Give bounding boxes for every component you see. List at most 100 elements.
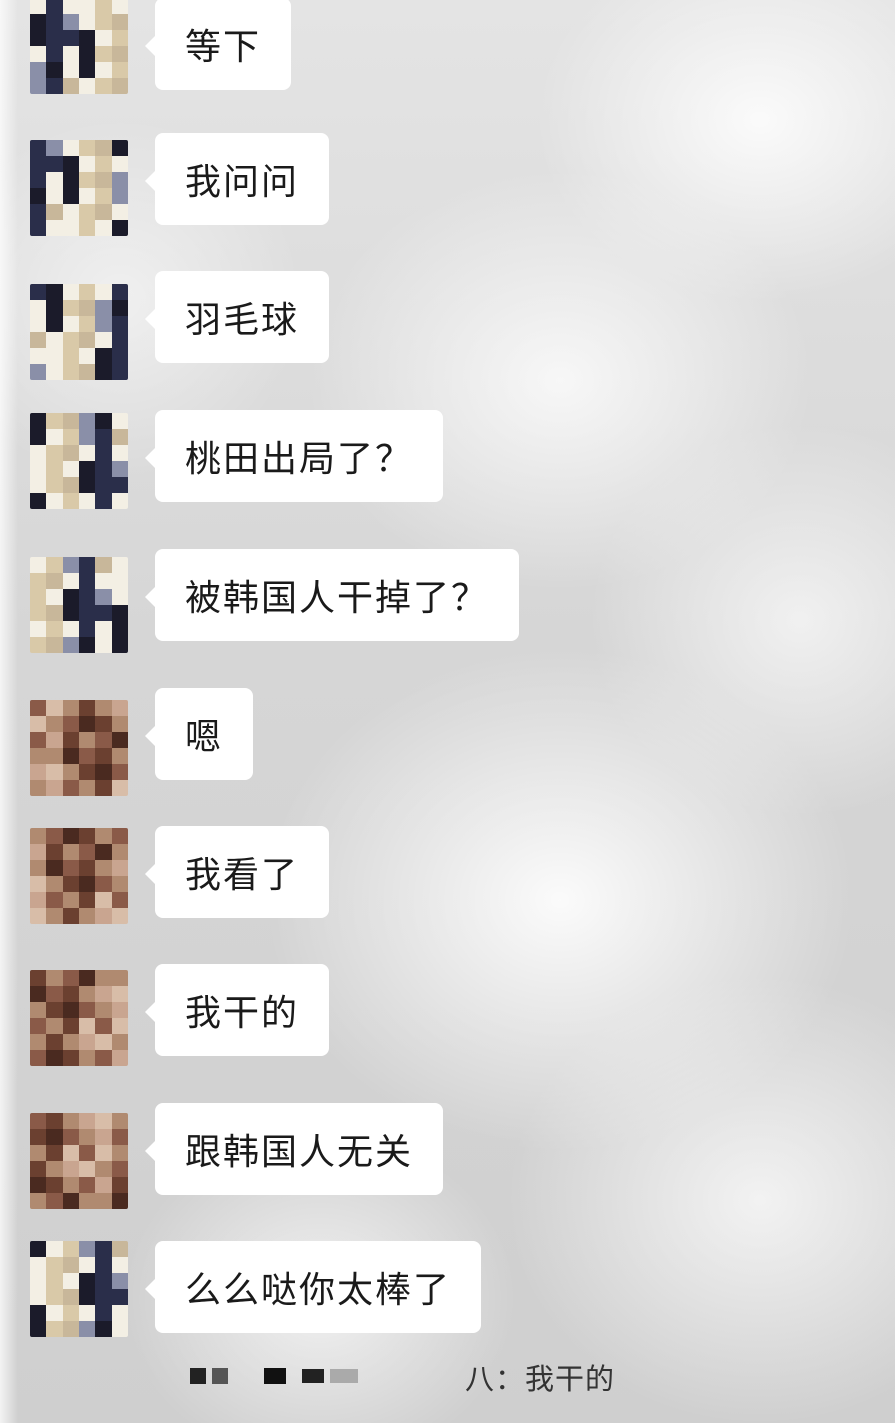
avatar-pixel [111,970,128,986]
sender-avatar[interactable] [30,140,128,236]
sender-avatar[interactable] [30,0,128,94]
avatar-pixel [79,700,96,716]
sender-avatar[interactable] [30,1241,128,1337]
message-bubble[interactable]: 么么哒你太棒了 [144,1241,482,1333]
message-bubble[interactable]: 我问问 [144,133,330,225]
avatar-pixel [30,1113,47,1129]
avatar-pixel [62,764,79,780]
message-bubble[interactable]: 嗯 [144,688,254,780]
avatar-pixel [46,1002,63,1018]
avatar-pixel [95,188,112,204]
message-bubble[interactable]: 等下 [144,0,292,90]
sender-avatar[interactable] [30,700,128,796]
pixelated-name-block [302,1369,324,1383]
avatar-pixel [62,1321,79,1337]
avatar-pixel [62,477,79,493]
avatar-pixel [46,1321,63,1337]
avatar-pixel [111,429,128,445]
avatar-pixel [62,1002,79,1018]
avatar-pixel [46,1273,63,1289]
avatar-pixel [111,1321,128,1337]
avatar-pixel [30,605,47,621]
left-edge-fade [0,0,18,1423]
avatar-pixel [46,284,63,300]
avatar-pixel [62,493,79,509]
message-bubble[interactable]: 我看了 [144,826,330,918]
avatar-pixel [30,1161,47,1177]
avatar-pixel [46,62,63,78]
avatar-pixel [62,844,79,860]
message-bubble[interactable]: 桃田出局了？ [144,410,444,502]
message-bubble[interactable]: 被韩国人干掉了？ [144,549,520,641]
avatar-pixel [79,300,96,316]
message-bubble[interactable]: 跟韩国人无关 [144,1103,444,1195]
avatar-pixel [111,30,128,46]
avatar-pixel [95,748,112,764]
avatar-pixel [79,1193,96,1209]
avatar-pixel [79,637,96,653]
avatar-pixel [62,1018,79,1034]
avatar-pixel [111,1113,128,1129]
avatar-pixel [46,621,63,637]
avatar-pixel [95,1305,112,1321]
sender-avatar[interactable] [30,1113,128,1209]
avatar-pixel [30,14,47,30]
avatar-pixel [46,1034,63,1050]
avatar-pixel [95,14,112,30]
avatar-pixel [111,172,128,188]
avatar-pixel [46,1050,63,1066]
avatar-pixel [95,986,112,1002]
message-bubble[interactable]: 我干的 [144,964,330,1056]
avatar-pixel [62,970,79,986]
avatar-pixel [111,62,128,78]
avatar-pixel [111,828,128,844]
avatar-pixel [46,970,63,986]
avatar-pixel [62,716,79,732]
avatar-pixel [111,156,128,172]
avatar-pixel [62,1289,79,1305]
avatar-pixel [62,204,79,220]
avatar-pixel [95,429,112,445]
avatar-pixel [79,220,96,236]
avatar-pixel [30,1050,47,1066]
avatar-pixel [62,461,79,477]
avatar-pixel [79,573,96,589]
avatar-pixel [62,156,79,172]
avatar-pixel [111,1002,128,1018]
avatar-pixel [46,477,63,493]
avatar-pixel [111,1241,128,1257]
avatar-pixel [62,413,79,429]
avatar-pixel [95,1145,112,1161]
avatar-pixel [46,1289,63,1305]
avatar-pixel [79,46,96,62]
avatar-pixel [62,14,79,30]
avatar-pixel [62,1161,79,1177]
sender-avatar[interactable] [30,413,128,509]
sender-avatar[interactable] [30,284,128,380]
avatar-pixel [62,892,79,908]
sender-avatar[interactable] [30,970,128,1066]
avatar-pixel [111,1273,128,1289]
avatar-pixel [46,1161,63,1177]
sender-avatar[interactable] [30,557,128,653]
avatar-pixel [46,780,63,796]
avatar-pixel [30,1321,47,1337]
avatar-pixel [95,300,112,316]
avatar-pixel [95,860,112,876]
avatar-pixel [46,876,63,892]
avatar-pixel [95,557,112,573]
avatar-pixel [62,140,79,156]
avatar-pixel [111,908,128,924]
pixelated-name-block [330,1369,358,1383]
message-text: 被韩国人干掉了？ [185,578,490,619]
avatar-pixel [95,700,112,716]
avatar-pixel [79,140,96,156]
avatar-pixel [30,1002,47,1018]
message-bubble[interactable]: 羽毛球 [144,271,330,363]
avatar-pixel [30,732,47,748]
avatar-pixel [79,716,96,732]
avatar-pixel [79,605,96,621]
avatar-pixel [30,1018,47,1034]
sender-avatar[interactable] [30,828,128,924]
avatar-pixel [79,732,96,748]
